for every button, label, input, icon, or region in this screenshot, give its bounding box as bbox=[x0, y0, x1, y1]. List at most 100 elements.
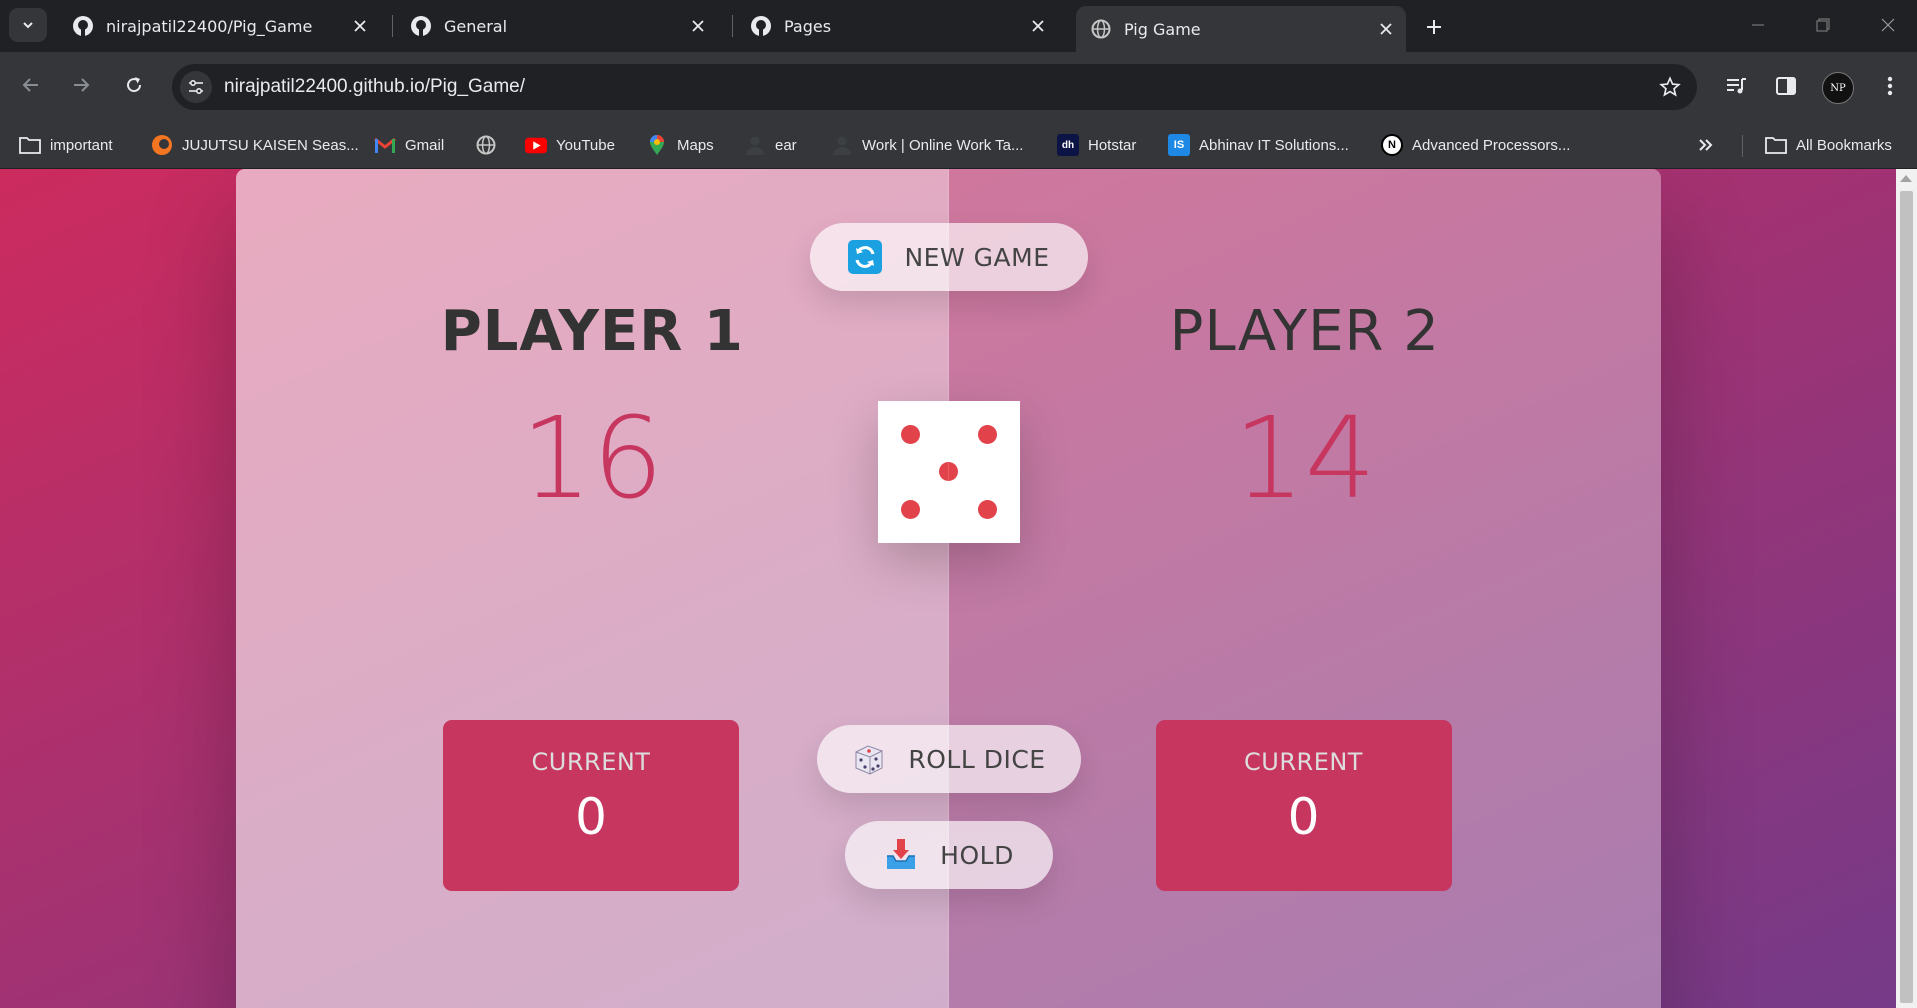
chevron-double-right-icon bbox=[1699, 139, 1713, 151]
forward-button[interactable] bbox=[62, 66, 100, 104]
tab-pig-game[interactable]: Pig Game bbox=[1076, 6, 1406, 52]
dice-icon bbox=[852, 742, 886, 776]
tab-title: nirajpatil22400/Pig_Game bbox=[106, 16, 313, 36]
github-icon bbox=[72, 15, 94, 37]
center-divider bbox=[948, 169, 949, 1008]
side-panel-icon bbox=[1776, 77, 1796, 95]
bookmark-label: ear bbox=[775, 136, 797, 154]
person-icon bbox=[744, 134, 766, 156]
bookmark-label: Gmail bbox=[405, 136, 445, 154]
reload-icon bbox=[127, 77, 142, 93]
bookmark-star-button[interactable] bbox=[1657, 74, 1683, 100]
maps-icon bbox=[646, 134, 668, 156]
restore-icon bbox=[1816, 18, 1830, 32]
player-1-name: PLAYER 1 bbox=[440, 299, 744, 364]
crunchyroll-icon bbox=[151, 134, 173, 156]
minimize-icon bbox=[1752, 24, 1764, 26]
address-bar[interactable]: nirajpatil22400.github.io/Pig_Game/ bbox=[172, 64, 1697, 110]
reload-button[interactable] bbox=[115, 66, 153, 104]
game-board: PLAYER 1 16 CURRENT 0 PLAYER 2 14 CURREN… bbox=[236, 169, 1661, 1008]
notion-icon: N bbox=[1381, 134, 1403, 156]
player-2-score: 14 bbox=[1233, 394, 1376, 524]
tab-separator bbox=[732, 15, 733, 37]
github-icon bbox=[750, 15, 772, 37]
chevron-down-icon bbox=[23, 22, 33, 29]
roll-dice-button[interactable]: ROLL DICE bbox=[817, 725, 1081, 793]
player-2-panel: PLAYER 2 14 CURRENT 0 bbox=[948, 169, 1661, 1008]
close-icon[interactable] bbox=[348, 14, 372, 38]
player-2-current-box: CURRENT 0 bbox=[1155, 720, 1452, 891]
site-info-button[interactable] bbox=[180, 71, 212, 103]
bookmark-label: JUJUTSU KAISEN Seas... bbox=[182, 136, 359, 154]
bookmark-gmail[interactable]: Gmail bbox=[374, 131, 444, 159]
close-icon[interactable] bbox=[686, 14, 710, 38]
reading-list-button[interactable] bbox=[1720, 70, 1752, 102]
close-icon[interactable] bbox=[1374, 17, 1398, 41]
bookmark-globe[interactable] bbox=[475, 131, 506, 159]
new-game-button[interactable]: NEW GAME bbox=[810, 223, 1088, 291]
tab-pig-game-repo[interactable]: nirajpatil22400/Pig_Game bbox=[58, 6, 380, 46]
globe-icon bbox=[475, 134, 497, 156]
close-window-button[interactable] bbox=[1860, 6, 1916, 44]
tab-pages[interactable]: Pages bbox=[736, 6, 1058, 46]
new-tab-button[interactable] bbox=[1418, 11, 1450, 43]
tab-title: General bbox=[444, 16, 508, 36]
scroll-thumb[interactable] bbox=[1900, 191, 1913, 1003]
current-label: CURRENT bbox=[1244, 748, 1363, 776]
bookmark-jujutsu[interactable]: JUJUTSU KAISEN Seas... bbox=[151, 131, 359, 159]
player-1-panel: PLAYER 1 16 CURRENT 0 bbox=[236, 169, 949, 1008]
bookmark-folder-important[interactable]: important bbox=[19, 131, 113, 159]
bookmark-maps[interactable]: Maps bbox=[646, 131, 714, 159]
dice-pip bbox=[901, 425, 920, 444]
player-2-name: PLAYER 2 bbox=[1169, 299, 1440, 364]
roll-dice-label: ROLL DICE bbox=[908, 744, 1046, 774]
url-text[interactable]: nirajpatil22400.github.io/Pig_Game/ bbox=[224, 76, 525, 98]
restore-button[interactable] bbox=[1795, 6, 1851, 44]
dice-pip bbox=[978, 425, 997, 444]
minimize-button[interactable] bbox=[1730, 6, 1786, 44]
bookmark-hotstar[interactable]: dh Hotstar bbox=[1057, 131, 1136, 159]
queue-music-icon bbox=[1727, 78, 1746, 94]
new-game-label: NEW GAME bbox=[904, 242, 1050, 272]
tab-general[interactable]: General bbox=[396, 6, 718, 46]
star-icon bbox=[1659, 76, 1681, 97]
tab-search-button[interactable] bbox=[9, 8, 47, 42]
side-panel-button[interactable] bbox=[1770, 70, 1802, 102]
bookmark-work[interactable]: Work | Online Work Ta... bbox=[831, 131, 1023, 159]
tab-title: Pages bbox=[784, 16, 832, 36]
scroll-up-arrow[interactable] bbox=[1900, 175, 1912, 182]
page-viewport: PLAYER 1 16 CURRENT 0 PLAYER 2 14 CURREN… bbox=[0, 169, 1896, 1008]
hold-button[interactable]: HOLD bbox=[845, 821, 1053, 889]
is-icon: IS bbox=[1168, 134, 1190, 156]
bookmark-label: Advanced Processors... bbox=[1412, 136, 1571, 154]
bookmark-label: important bbox=[50, 136, 113, 154]
tab-title: Pig Game bbox=[1124, 19, 1201, 39]
back-button[interactable] bbox=[12, 66, 50, 104]
player-1-current-box: CURRENT 0 bbox=[443, 720, 739, 891]
player-1-current-score: 0 bbox=[575, 788, 607, 846]
folder-icon bbox=[1765, 134, 1787, 156]
inbox-tray-icon bbox=[884, 838, 918, 872]
close-icon[interactable] bbox=[1026, 14, 1050, 38]
bookmark-advanced-processors[interactable]: N Advanced Processors... bbox=[1381, 131, 1570, 159]
person-icon bbox=[831, 134, 853, 156]
bookmark-label: Maps bbox=[677, 136, 714, 154]
menu-button[interactable] bbox=[1874, 70, 1906, 102]
current-label: CURRENT bbox=[531, 748, 651, 776]
bookmark-label: Hotstar bbox=[1088, 136, 1137, 154]
player-1-score: 16 bbox=[520, 394, 664, 524]
profile-avatar[interactable]: NP bbox=[1822, 72, 1854, 104]
globe-icon bbox=[1090, 18, 1112, 40]
plus-icon bbox=[1427, 20, 1441, 34]
more-bookmarks-button[interactable] bbox=[1698, 131, 1714, 159]
bookmark-ear[interactable]: ear bbox=[744, 131, 797, 159]
tab-separator bbox=[392, 15, 393, 37]
bookmark-label: YouTube bbox=[556, 136, 615, 154]
page-scrollbar[interactable] bbox=[1896, 169, 1917, 1008]
all-bookmarks-button[interactable]: All Bookmarks bbox=[1765, 131, 1892, 159]
youtube-icon bbox=[525, 134, 547, 156]
github-icon bbox=[410, 15, 432, 37]
bookmark-youtube[interactable]: YouTube bbox=[525, 131, 615, 159]
dice bbox=[878, 401, 1020, 543]
bookmark-abhinav[interactable]: IS Abhinav IT Solutions... bbox=[1168, 131, 1349, 159]
